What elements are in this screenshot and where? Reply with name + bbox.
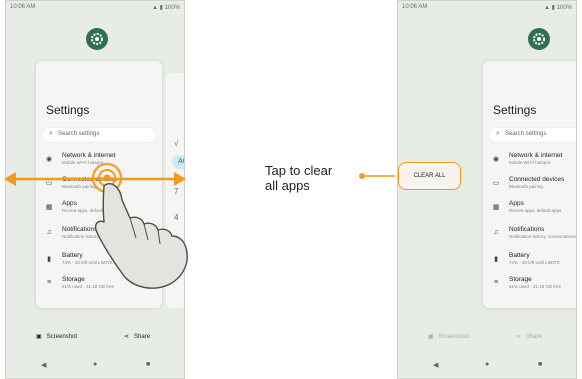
callout-pointer — [359, 173, 395, 179]
hand-icon — [94, 182, 188, 289]
annotation-overlay — [4, 162, 395, 289]
